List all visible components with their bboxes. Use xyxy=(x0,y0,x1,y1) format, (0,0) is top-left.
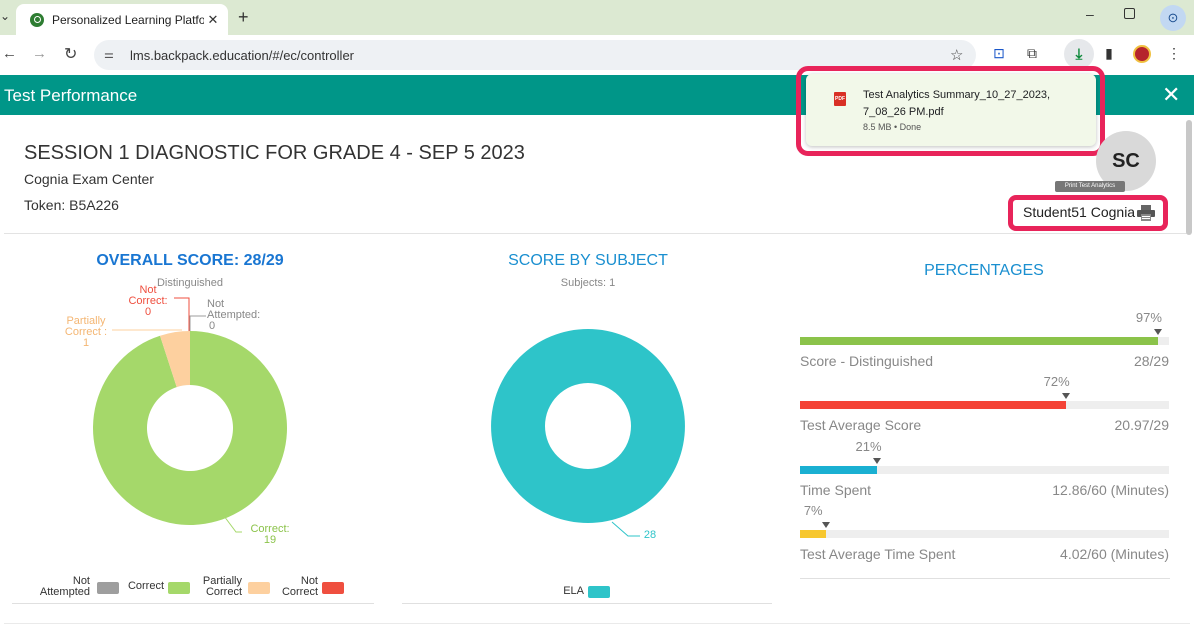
percentage-bar-fill xyxy=(800,337,1158,345)
percentages-panel-divider xyxy=(800,578,1170,579)
percentage-value: 72% xyxy=(1043,374,1070,389)
percentage-bar-fill xyxy=(800,401,1066,409)
percentage-fraction: 28/29 xyxy=(1133,353,1169,369)
percentage-fraction: 12.86/60 (Minutes) xyxy=(1052,482,1169,498)
not-correct-leader-line xyxy=(174,297,190,331)
subject-panel-divider xyxy=(402,603,772,604)
ela-leader-line xyxy=(611,521,640,537)
ela-value-label: 28 xyxy=(643,529,657,541)
percentage-bar-fill xyxy=(800,530,826,538)
percentage-value: 7% xyxy=(803,503,823,518)
overall-score-donut-chart xyxy=(93,297,685,537)
percentages-title: PERCENTAGES xyxy=(924,262,1044,279)
percentage-label: Time Spent xyxy=(800,482,872,498)
score-by-subject-subtitle: Subjects: 1 xyxy=(560,277,616,289)
partially-correct-label: Partially Correct : 1 xyxy=(64,315,108,349)
percentage-fraction: 20.97/29 xyxy=(1114,417,1170,433)
percentage-bar-fill xyxy=(800,466,878,474)
percentage-value: 21% xyxy=(855,439,882,454)
legend-swatch-not-attempted[interactable] xyxy=(97,582,119,594)
percentage-marker-icon xyxy=(873,458,882,464)
score-by-subject-title: SCORE BY SUBJECT xyxy=(508,252,668,269)
overall-slice-correct[interactable] xyxy=(93,331,288,525)
not-correct-label: Not Correct: 0 xyxy=(128,284,168,318)
correct-label: Correct: 19 xyxy=(250,523,290,546)
legend-label-correct: Correct xyxy=(127,580,164,592)
overall-panel-divider xyxy=(12,603,374,604)
percentage-marker-icon xyxy=(821,522,830,528)
not-attempted-label: Not Attempted: 0 xyxy=(207,298,261,332)
legend-label-partially-correct: Partially Correct xyxy=(202,575,242,598)
percentage-bar xyxy=(800,401,1169,409)
percentage-bar xyxy=(800,530,1169,538)
bottom-divider xyxy=(4,623,1190,624)
percentage-label: Score - Distinguished xyxy=(800,353,934,369)
percentage-marker-icon xyxy=(1153,329,1162,335)
subject-slice-ela[interactable] xyxy=(491,329,685,523)
percentage-bar xyxy=(800,466,1169,474)
legend-label-not-correct: Not Correct xyxy=(281,575,318,598)
percentage-label: Test Average Score xyxy=(800,417,922,433)
legend-label-ela: ELA xyxy=(563,585,584,597)
percentage-label: Test Average Time Spent xyxy=(800,546,956,562)
legend-swatch-ela[interactable] xyxy=(588,586,610,598)
percentage-marker-icon xyxy=(1061,393,1070,399)
percentage-bar xyxy=(800,337,1169,345)
legend-swatch-correct[interactable] xyxy=(168,582,190,594)
percentage-value: 97% xyxy=(1135,310,1162,325)
legend-swatch-not-correct[interactable] xyxy=(322,582,344,594)
legend-label-not-attempted: Not Attempted xyxy=(39,575,90,598)
percentage-fraction: 4.02/60 (Minutes) xyxy=(1060,546,1169,562)
legend-swatch-partially-correct[interactable] xyxy=(248,582,270,594)
